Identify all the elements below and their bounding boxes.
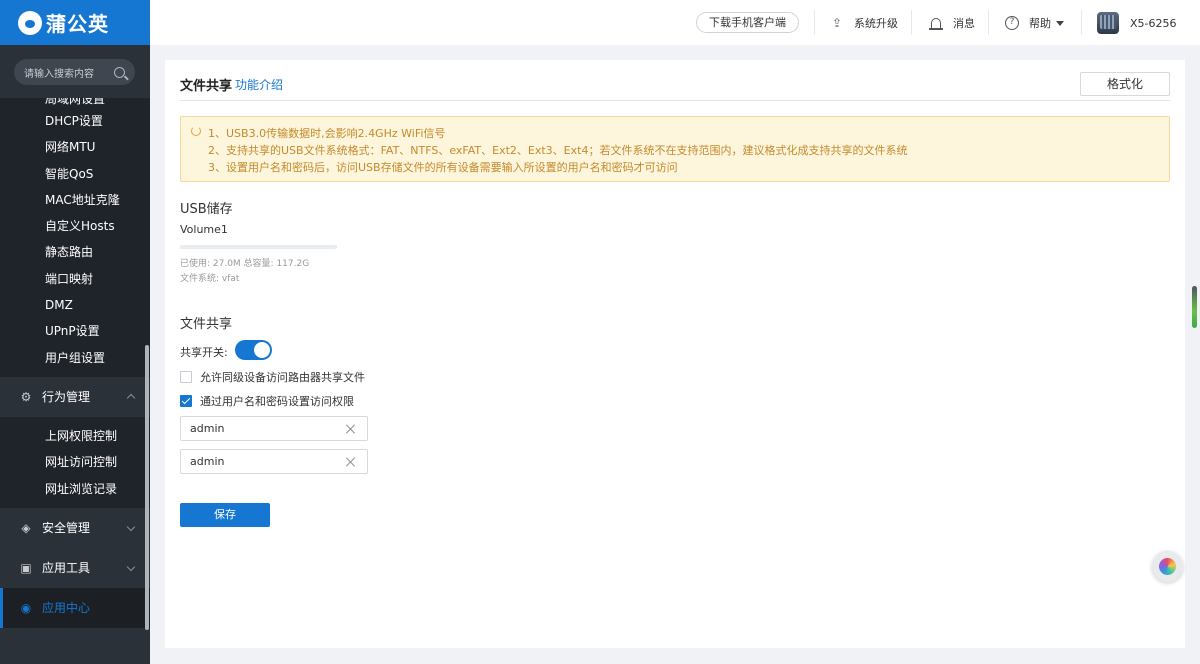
peer-access-label: 允许同级设备访问路由器共享文件 <box>200 371 365 384</box>
sidebar: 蒲公英 请输入搜索内容 DHCP设置 网络MTU 智能QoS MAC地址克隆 自… <box>0 0 150 664</box>
share-switch-label: 共享开关: <box>180 346 228 359</box>
clear-icon[interactable] <box>346 457 356 467</box>
sidebar-nav: DHCP设置 网络MTU 智能QoS MAC地址克隆 自定义Hosts 静态路由… <box>0 98 150 664</box>
messages-label: 消息 <box>953 17 975 30</box>
sidebar-group-app-center[interactable]: ◉ 应用中心 <box>0 587 150 628</box>
sidebar-item-access-control[interactable]: 上网权限控制 <box>0 423 150 449</box>
peer-access-checkbox[interactable] <box>180 371 192 383</box>
share-toggle[interactable] <box>235 340 272 360</box>
briefcase-icon: ▣ <box>20 560 32 575</box>
chevron-down-icon <box>126 522 136 532</box>
search-icon[interactable] <box>114 66 125 78</box>
sidebar-group-tools[interactable]: ▣ 应用工具 <box>0 548 150 588</box>
topbar-divider <box>911 10 912 35</box>
shield-icon: ◈ <box>21 520 31 535</box>
sidebar-item-cut[interactable]: 局域网设置 <box>45 98 105 107</box>
system-upgrade-button[interactable]: ⇪ 系统升级 <box>830 15 898 31</box>
help-label: 帮助 <box>1029 17 1051 30</box>
password-input[interactable] <box>190 455 330 468</box>
behavior-submenu: 上网权限控制 网址访问控制 网址浏览记录 <box>0 416 150 508</box>
router-device-icon[interactable] <box>1097 12 1119 34</box>
assistant-float-icon[interactable] <box>1152 551 1183 582</box>
topbar: 下载手机客户端 ⇪ 系统升级 消息 ? 帮助 X5-6256 <box>150 0 1200 45</box>
notice-box: 1、USB3.0传输数据时,会影响2.4GHz WiFi信号 2、支持共享的US… <box>180 116 1170 182</box>
chevron-up-icon <box>126 393 136 403</box>
bell-icon <box>929 16 943 30</box>
sidebar-item-port-forward[interactable]: 端口映射 <box>0 266 150 292</box>
brand-name: 蒲公英 <box>46 12 109 36</box>
notice-line-2: 2、支持共享的USB文件系统格式：FAT、NTFS、exFAT、Ext2、Ext… <box>208 144 908 157</box>
device-name[interactable]: X5-6256 <box>1130 17 1177 30</box>
sidebar-item-mtu[interactable]: 网络MTU <box>0 134 150 160</box>
help-icon: ? <box>1005 16 1019 30</box>
clear-icon[interactable] <box>346 424 356 434</box>
caret-down-icon <box>1056 20 1064 26</box>
sidebar-group-label: 行为管理 <box>42 390 91 405</box>
password-field[interactable] <box>180 449 368 474</box>
sidebar-item-url-control[interactable]: 网址访问控制 <box>0 449 150 475</box>
file-share-panel: 文件共享 功能介绍 格式化 1、USB3.0传输数据时,会影响2.4GHz Wi… <box>165 60 1185 648</box>
topbar-divider <box>988 10 989 35</box>
upgrade-icon: ⇪ <box>831 16 843 30</box>
sidebar-item-hosts[interactable]: 自定义Hosts <box>0 213 150 239</box>
help-menu[interactable]: ? 帮助 <box>1005 15 1064 31</box>
download-app-button[interactable]: 下载手机客户端 <box>696 12 799 33</box>
username-input[interactable] <box>190 422 330 435</box>
app-center-icon: ◉ <box>20 600 32 615</box>
filesystem-text: 文件系统: vfat <box>180 274 240 284</box>
sidebar-item-user-group[interactable]: 用户组设置 <box>0 345 150 371</box>
sidebar-search[interactable]: 请输入搜索内容 <box>14 59 135 85</box>
brand-header[interactable]: 蒲公英 <box>0 0 150 45</box>
toggle-knob <box>254 342 270 358</box>
auth-access-checkbox[interactable] <box>180 395 192 407</box>
topbar-divider <box>814 10 815 35</box>
sidebar-item-qos[interactable]: 智能QoS <box>0 161 150 187</box>
notice-line-3: 3、设置用户名和密码后，访问USB存储文件的所有设备需要输入所设置的用户名和密码… <box>208 161 678 174</box>
messages-button[interactable]: 消息 <box>929 15 975 31</box>
sidebar-item-dhcp[interactable]: DHCP设置 <box>0 108 150 134</box>
sidebar-item-mac-clone[interactable]: MAC地址克隆 <box>0 187 150 213</box>
peer-access-option[interactable]: 允许同级设备访问路由器共享文件 <box>180 369 365 385</box>
chevron-down-icon <box>126 562 136 572</box>
sidebar-group-security[interactable]: ◈ 安全管理 <box>0 508 150 548</box>
feature-intro-link[interactable]: 功能介绍 <box>235 76 283 93</box>
sidebar-item-upnp[interactable]: UPnP设置 <box>0 318 150 344</box>
share-section-title: 文件共享 <box>180 317 233 332</box>
format-button[interactable]: 格式化 <box>1080 72 1170 96</box>
sidebar-group-label: 安全管理 <box>42 521 91 536</box>
sidebar-group-label: 应用中心 <box>42 601 91 616</box>
page-scrollbar[interactable] <box>1192 286 1197 328</box>
sidebar-item-url-history[interactable]: 网址浏览记录 <box>0 476 150 502</box>
loading-icon <box>191 126 201 136</box>
auth-access-option[interactable]: 通过用户名和密码设置访问权限 <box>180 393 354 409</box>
sidebar-item-static-route[interactable]: 静态路由 <box>0 239 150 265</box>
notice-line-1: 1、USB3.0传输数据时,会影响2.4GHz WiFi信号 <box>208 127 446 140</box>
usb-section-title: USB储存 <box>180 202 233 217</box>
search-input[interactable]: 请输入搜索内容 <box>24 65 114 80</box>
storage-usage-bar <box>180 245 337 249</box>
sidebar-group-label: 应用工具 <box>42 561 91 576</box>
auth-access-label: 通过用户名和密码设置访问权限 <box>200 395 354 408</box>
sidebar-scrollbar[interactable] <box>145 345 149 630</box>
gear-icon: ⚙ <box>20 389 32 404</box>
network-submenu: DHCP设置 网络MTU 智能QoS MAC地址克隆 自定义Hosts 静态路由… <box>0 98 150 377</box>
sidebar-item-dmz[interactable]: DMZ <box>0 292 150 318</box>
page-title: 文件共享 <box>180 79 233 94</box>
topbar-divider <box>1081 10 1082 35</box>
title-divider <box>180 100 1170 101</box>
username-field[interactable] <box>180 416 368 441</box>
save-button[interactable]: 保存 <box>180 503 270 527</box>
storage-usage-text: 已使用: 27.0M 总容量: 117.2G <box>180 259 310 269</box>
brand-logo-icon <box>18 10 42 35</box>
sidebar-group-behavior[interactable]: ⚙ 行为管理 <box>0 377 150 417</box>
volume-name: Volume1 <box>180 223 228 236</box>
upgrade-label: 系统升级 <box>854 17 898 30</box>
